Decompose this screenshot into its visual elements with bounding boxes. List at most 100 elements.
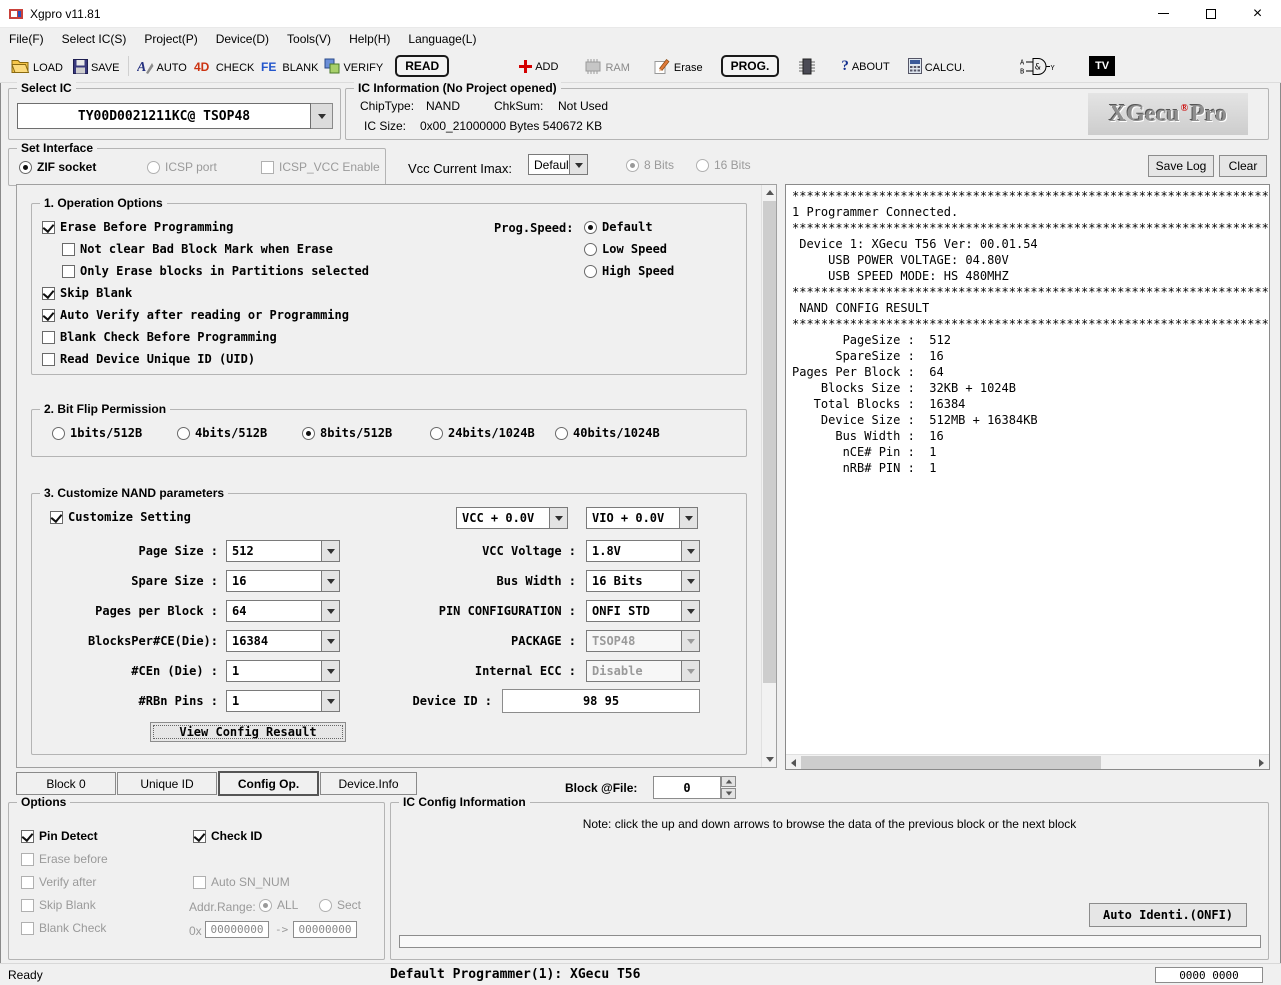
skip-blank-checkbox[interactable]: Skip Blank (42, 282, 369, 304)
internal-ecc-combo[interactable]: Disable (586, 660, 700, 682)
menu-select-ic[interactable]: Select IC(S) (53, 30, 136, 48)
addr-to-field[interactable]: 00000000 (293, 921, 357, 938)
combo-dropdown-button[interactable] (569, 154, 588, 175)
combo-dropdown-button[interactable] (321, 540, 340, 562)
spin-down-button[interactable] (721, 788, 736, 799)
spin-up-button[interactable] (721, 776, 736, 787)
prog-button[interactable]: PROG. (718, 53, 783, 79)
menu-project[interactable]: Project(P) (135, 30, 206, 48)
scrollbar-thumb[interactable] (801, 756, 1101, 769)
auto-button[interactable]: A AUTO (134, 56, 190, 76)
read-unique-id-checkbox[interactable]: Read Device Unique ID (UID) (42, 348, 369, 370)
combo-dropdown-button[interactable] (321, 570, 340, 592)
load-button[interactable]: LOAD (8, 56, 66, 76)
tab-unique-id[interactable]: Unique ID (117, 772, 217, 795)
about-button[interactable]: ? ABOUT (838, 57, 892, 75)
menu-language[interactable]: Language(L) (399, 30, 485, 48)
addr-range-all-radio[interactable]: ALL (259, 898, 298, 912)
scroll-left-button[interactable] (786, 755, 801, 770)
verify-after-checkbox[interactable]: Verify after (21, 875, 96, 889)
view-config-button[interactable]: View Config Resault (150, 722, 346, 742)
addr-range-sect-radio[interactable]: Sect (319, 898, 361, 912)
combo-dropdown-button[interactable] (681, 570, 700, 592)
combo-dropdown-button[interactable] (681, 660, 700, 682)
vcc-offset-combo[interactable]: VCC + 0.0V (456, 507, 568, 529)
tab-block-0[interactable]: Block 0 (16, 772, 116, 795)
tab-device-info[interactable]: Device.Info (320, 772, 417, 795)
customize-setting-checkbox[interactable]: Customize Setting (50, 510, 191, 524)
speed-low-radio[interactable]: Low Speed (584, 238, 674, 260)
scroll-right-button[interactable] (1254, 755, 1269, 770)
bitflip-24bits-radio[interactable]: 24bits/1024B (430, 426, 535, 440)
calcu-button[interactable]: CALCU. (905, 56, 968, 76)
bitflip-4bits-radio[interactable]: 4bits/512B (177, 426, 267, 440)
bitflip-1bits-radio[interactable]: 1bits/512B (52, 426, 142, 440)
log-horizontal-scrollbar[interactable] (786, 754, 1269, 769)
add-button[interactable]: ADD (516, 58, 561, 75)
erase-button[interactable]: Erase (651, 56, 706, 76)
spare-size-combo[interactable]: 16 (226, 570, 340, 592)
blank-check-before-programming-checkbox[interactable]: Blank Check Before Programming (42, 326, 369, 348)
skip-blank-option-checkbox[interactable]: Skip Blank (21, 898, 96, 912)
device-id-field[interactable]: 98 95 (502, 689, 700, 713)
only-erase-partitions-checkbox[interactable]: Only Erase blocks in Partitions selected (62, 260, 369, 282)
erase-before-checkbox[interactable]: Erase before (21, 852, 108, 866)
clear-button[interactable]: Clear (1219, 155, 1267, 177)
not-clear-bad-block-checkbox[interactable]: Not clear Bad Block Mark when Erase (62, 238, 369, 260)
read-button[interactable]: READ (392, 53, 452, 79)
combo-dropdown-button[interactable] (681, 600, 700, 622)
bus-width-combo[interactable]: 16 Bits (586, 570, 700, 592)
menu-tools[interactable]: Tools(V) (278, 30, 340, 48)
blocks-per-ce-combo[interactable]: 16384 (226, 630, 340, 652)
pin-configuration-combo[interactable]: ONFI STD (586, 600, 700, 622)
combo-dropdown-button[interactable] (321, 600, 340, 622)
bits-16-radio[interactable]: 16 Bits (696, 158, 751, 172)
bitflip-40bits-radio[interactable]: 40bits/1024B (555, 426, 660, 440)
bits-8-radio[interactable]: 8 Bits (626, 158, 674, 172)
speed-high-radio[interactable]: High Speed (584, 260, 674, 282)
save-log-button[interactable]: Save Log (1148, 155, 1214, 177)
scroll-down-button[interactable] (762, 752, 777, 767)
menu-help[interactable]: Help(H) (340, 30, 399, 48)
auto-sn-checkbox[interactable]: Auto SN_NUM (193, 875, 290, 889)
panel-scrollbar[interactable] (761, 185, 776, 767)
addr-from-field[interactable]: 00000000 (205, 921, 269, 938)
vcc-voltage-combo[interactable]: 1.8V (586, 540, 700, 562)
ic-dropdown-button[interactable] (311, 103, 333, 129)
icsp-port-radio[interactable]: ICSP port (147, 160, 217, 174)
block-file-input[interactable]: 0 (653, 776, 721, 799)
scroll-up-button[interactable] (762, 185, 777, 200)
page-size-combo[interactable]: 512 (226, 540, 340, 562)
check-id-checkbox[interactable]: Check ID (193, 829, 262, 843)
package-combo[interactable]: TSOP48 (586, 630, 700, 652)
tv-button[interactable]: TV (1086, 54, 1118, 78)
menu-file[interactable]: File(F) (0, 30, 53, 48)
cen-die-combo[interactable]: 1 (226, 660, 340, 682)
auto-verify-checkbox[interactable]: Auto Verify after reading or Programming (42, 304, 369, 326)
vcc-imax-combo[interactable]: Default (528, 154, 588, 175)
icsp-vcc-enable-checkbox[interactable]: ICSP_VCC Enable (261, 160, 380, 174)
combo-dropdown-button[interactable] (681, 540, 700, 562)
blank-button[interactable]: FE BLANK (257, 57, 321, 76)
bitflip-8bits-radio[interactable]: 8bits/512B (302, 426, 392, 440)
scrollbar-thumb[interactable] (763, 201, 776, 683)
minimize-button[interactable] (1140, 0, 1187, 27)
combo-dropdown-button[interactable] (549, 507, 568, 529)
blank-check-option-checkbox[interactable]: Blank Check (21, 921, 106, 935)
combo-dropdown-button[interactable] (321, 630, 340, 652)
pages-per-block-combo[interactable]: 64 (226, 600, 340, 622)
erase-before-programming-checkbox[interactable]: Erase Before Programming (42, 216, 369, 238)
ram-button[interactable]: RAM (581, 57, 632, 76)
combo-dropdown-button[interactable] (681, 630, 700, 652)
auto-identify-button[interactable]: Auto Identi.(ONFI) (1089, 903, 1247, 927)
tab-config-op[interactable]: Config Op. (218, 771, 319, 796)
pin-detect-checkbox[interactable]: Pin Detect (21, 829, 98, 843)
close-button[interactable]: × (1234, 0, 1281, 27)
maximize-button[interactable] (1187, 0, 1234, 27)
combo-dropdown-button[interactable] (679, 507, 698, 529)
zif-socket-radio[interactable]: ZIF socket (19, 160, 96, 174)
ic-select-combo[interactable]: TY00D0021211KC@ TSOP48 (17, 103, 333, 129)
combo-dropdown-button[interactable] (321, 660, 340, 682)
vio-offset-combo[interactable]: VIO + 0.0V (586, 507, 698, 529)
speed-default-radio[interactable]: Default (584, 216, 674, 238)
